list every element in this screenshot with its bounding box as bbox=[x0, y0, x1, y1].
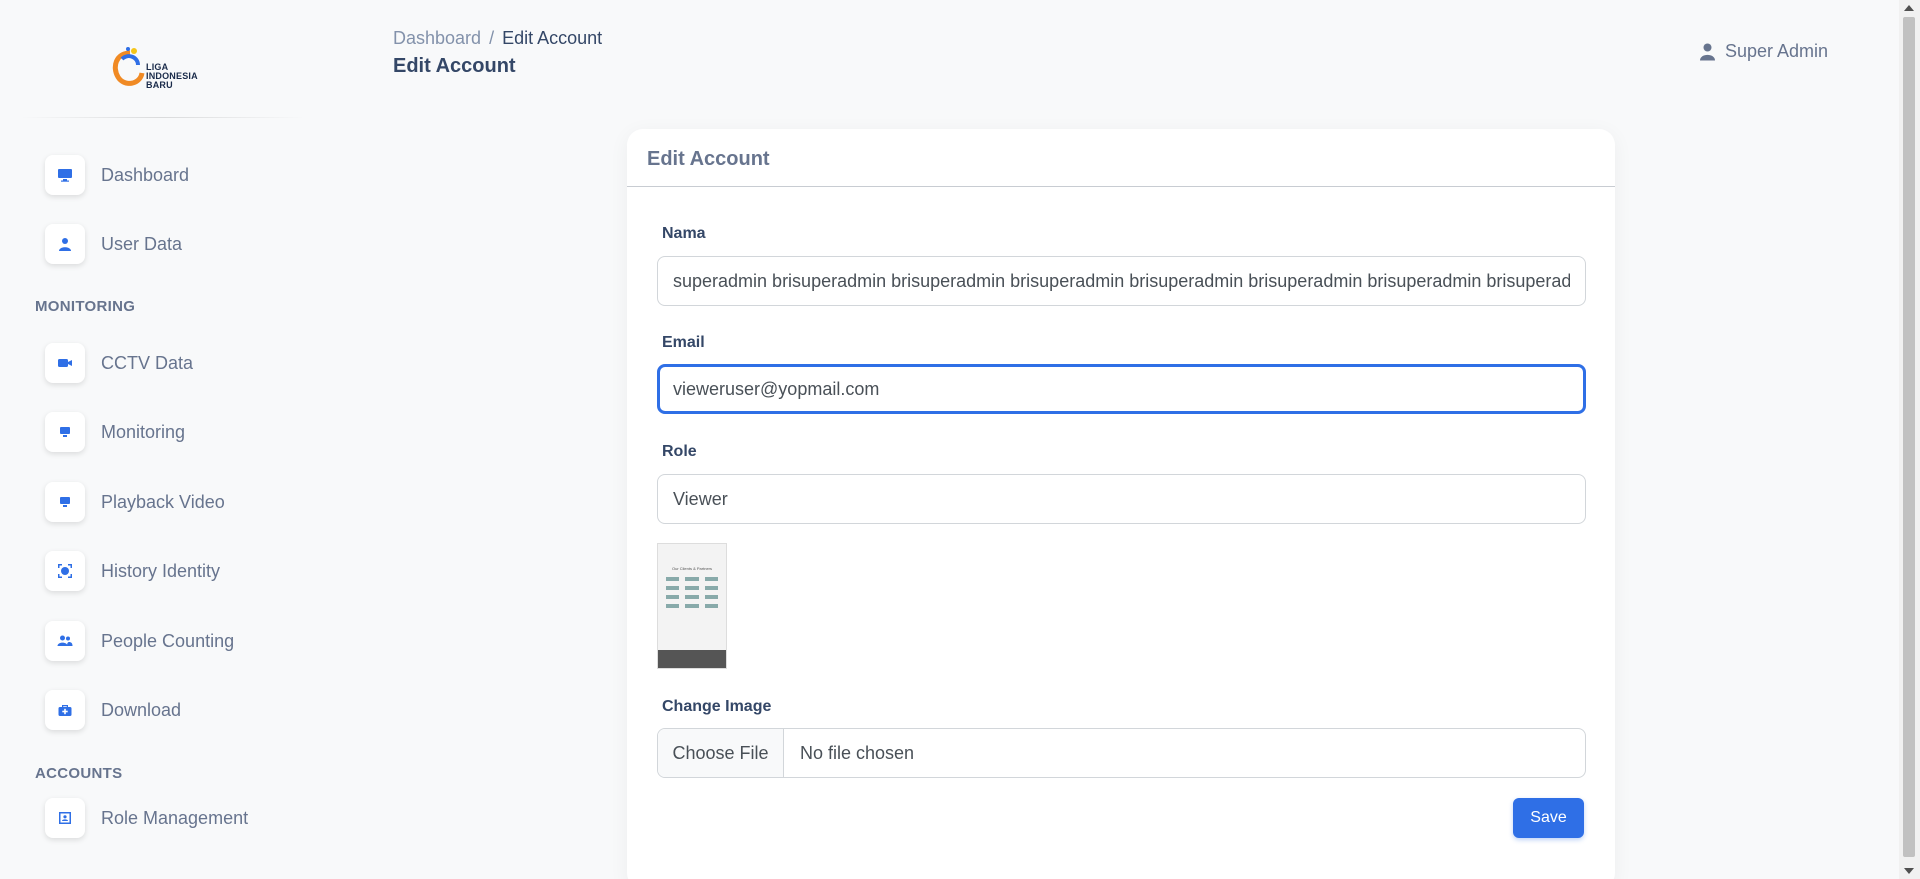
sidebar: LIGA INDONESIA BARU Dashboard User Data … bbox=[0, 0, 320, 879]
file-status: No file chosen bbox=[800, 742, 915, 763]
preview-footer bbox=[658, 650, 726, 668]
liga-indonesia-baru-logo[interactable]: LIGA INDONESIA BARU bbox=[108, 45, 218, 95]
role-input[interactable] bbox=[657, 474, 1586, 524]
card-title: Edit Account bbox=[647, 148, 770, 170]
sidebar-item-label: People Counting bbox=[101, 630, 235, 651]
sidebar-item-label: Dashboard bbox=[101, 164, 190, 185]
email-input[interactable] bbox=[657, 364, 1586, 414]
save-button[interactable]: Save bbox=[1513, 798, 1584, 838]
sidebar-item-label: Playback Video bbox=[101, 491, 225, 512]
image-file-input[interactable]: Choose File No file chosen bbox=[657, 728, 1586, 778]
sidebar-item-role-management[interactable]: Role Management bbox=[45, 797, 248, 839]
sidebar-item-label: Download bbox=[101, 699, 182, 720]
section-label-accounts: ACCOUNTS bbox=[35, 765, 123, 782]
sidebar-item-dashboard[interactable]: Dashboard bbox=[45, 154, 189, 196]
desktop-icon bbox=[45, 412, 85, 452]
sidebar-item-people-counting[interactable]: People Counting bbox=[45, 620, 234, 662]
role-label: Role bbox=[662, 443, 697, 460]
logo-text: LIGA INDONESIA BARU bbox=[146, 62, 198, 90]
user-icon bbox=[45, 224, 85, 264]
sidebar-item-label: Role Management bbox=[101, 807, 249, 828]
scrollbar-thumb[interactable] bbox=[1903, 17, 1915, 857]
sidebar-item-download[interactable]: Download bbox=[45, 689, 181, 731]
logo-swirl-icon bbox=[112, 47, 145, 86]
profile-image-preview: Our Clients & Partners bbox=[657, 543, 727, 669]
name-input[interactable] bbox=[657, 256, 1586, 306]
sidebar-item-label: User Data bbox=[101, 233, 183, 254]
id-card-icon bbox=[45, 798, 85, 838]
user-menu[interactable]: Super Admin bbox=[1699, 41, 1828, 62]
sidebar-item-monitoring[interactable]: Monitoring bbox=[45, 411, 185, 453]
section-label-monitoring: MONITORING bbox=[35, 298, 136, 315]
sidebar-item-cctv-data[interactable]: CCTV Data bbox=[45, 342, 193, 384]
choose-file-button[interactable]: Choose File bbox=[658, 729, 784, 777]
face-scan-icon bbox=[45, 551, 85, 591]
scroll-down-arrow-icon[interactable] bbox=[1904, 868, 1914, 874]
sidebar-item-label: Monitoring bbox=[101, 421, 186, 442]
video-camera-icon bbox=[45, 343, 85, 383]
user-icon bbox=[1700, 43, 1715, 60]
scroll-up-arrow-icon[interactable] bbox=[1904, 5, 1914, 11]
email-label: Email bbox=[662, 334, 705, 351]
card-header: Edit Account bbox=[627, 129, 1615, 187]
sidebar-divider bbox=[20, 117, 305, 118]
breadcrumb: Dashboard / Edit Account bbox=[393, 28, 602, 49]
preview-logo-grid bbox=[658, 571, 726, 614]
sidebar-item-playback-video[interactable]: Playback Video bbox=[45, 481, 225, 523]
desktop-icon bbox=[45, 482, 85, 522]
sidebar-item-user-data[interactable]: User Data bbox=[45, 223, 182, 265]
change-image-label: Change Image bbox=[662, 698, 772, 715]
sidebar-item-label: History Identity bbox=[101, 560, 221, 581]
sidebar-item-label: CCTV Data bbox=[101, 352, 194, 373]
breadcrumb-current: Edit Account bbox=[502, 28, 603, 48]
breadcrumb-separator: / bbox=[489, 28, 495, 48]
user-name: Super Admin bbox=[1725, 41, 1829, 61]
page-scrollbar[interactable] bbox=[1899, 0, 1920, 879]
monitor-icon bbox=[45, 155, 85, 195]
briefcase-medical-icon bbox=[45, 690, 85, 730]
page-title: Edit Account bbox=[393, 55, 516, 77]
name-label: Nama bbox=[662, 225, 706, 242]
edit-account-card: Edit Account Nama Email Role Our Clients… bbox=[627, 129, 1615, 879]
sidebar-item-history-identity[interactable]: History Identity bbox=[45, 550, 220, 592]
breadcrumb-dashboard-link[interactable]: Dashboard bbox=[393, 28, 481, 48]
preview-header bbox=[658, 544, 726, 550]
users-icon bbox=[45, 621, 85, 661]
